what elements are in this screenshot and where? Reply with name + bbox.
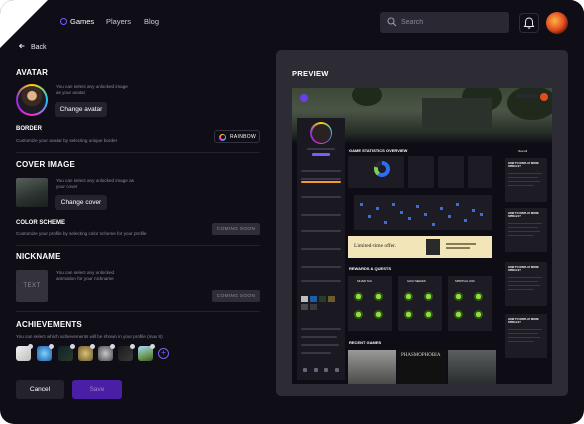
preview-view-all: View All [518, 150, 528, 153]
quest-title: SPIRITUAL LINK [455, 280, 475, 283]
bell-icon [523, 17, 535, 29]
avatar-image [16, 84, 48, 116]
preview-quest-card: SILVER TAG [348, 276, 392, 331]
preview-guide-card: HOW TO DISPLAY MORE SPIRALS? [505, 208, 547, 252]
preview-guide-card: HOW TO DISPLAY MORE SPIRALS? [505, 314, 547, 358]
preview-stats-title: GAME STATISTICS OVERVIEW [349, 148, 408, 153]
preview-recent-game [448, 350, 496, 384]
remove-icon[interactable] [110, 344, 115, 349]
remove-icon[interactable] [90, 344, 95, 349]
guide-title: HOW TO DISPLAY MORE SPIRALS? [508, 162, 539, 169]
cowboy-badge-icon[interactable] [58, 344, 75, 361]
nickname-coming-soon: COMING SOON [212, 290, 260, 302]
remove-icon[interactable] [150, 344, 155, 349]
border-button-label: RAINBOW [230, 133, 256, 140]
quest-title: GOLD SEEKER [407, 280, 426, 283]
recent-game-title: PHASMOPHOBIA [401, 353, 441, 358]
avatar-hint: You can select any unlocked image as you… [56, 84, 128, 95]
page-corner [0, 0, 48, 48]
color-scheme-desc: Customize your profile by selecting colo… [16, 231, 147, 236]
nickname-section-title: NICKNAME [16, 252, 61, 261]
guide-title: HOW TO DISPLAY MORE SPIRALS? [508, 318, 539, 325]
preview-quest-card: GOLD SEEKER [398, 276, 442, 331]
thumb-badge-icon[interactable] [16, 344, 33, 361]
robot-badge-icon[interactable] [98, 344, 115, 361]
guide-title: HOW TO DISPLAY MORE SPIRALS? [508, 212, 539, 219]
achievements-desc: You can select which achievements will b… [16, 334, 163, 339]
border-desc: Customize your avatar by selecting uniqu… [16, 138, 118, 143]
achievements-section-title: ACHIEVEMENTS [16, 320, 82, 329]
remove-icon[interactable] [49, 344, 54, 349]
nickname-hint: You can select any unlocked animation fo… [56, 270, 115, 281]
remove-icon[interactable] [130, 344, 135, 349]
avatar-section-title: AVATAR [16, 68, 49, 77]
user-avatar[interactable] [546, 12, 568, 34]
cancel-button[interactable]: Cancel [16, 380, 64, 399]
preview-sidebar [297, 118, 345, 380]
save-button[interactable]: Save [72, 380, 122, 399]
preview-promo-text: Limited-time offer. [354, 243, 397, 249]
gold-frame-badge-icon[interactable] [78, 344, 95, 361]
divider [16, 311, 260, 312]
preview-promo-banner: Limited-time offer. [348, 236, 492, 258]
cover-hint: You can select any unlocked image as you… [56, 178, 134, 189]
nickname-thumbnail: TEXT [16, 270, 48, 302]
notifications-button[interactable] [519, 13, 539, 33]
nav-players[interactable]: Players [106, 17, 131, 26]
cover-thumbnail [16, 178, 48, 207]
preview-guide-card: HOW TO DISPLAY MORE SPIRALS? [505, 158, 547, 202]
color-scheme-coming-soon: COMING SOON [212, 223, 260, 235]
quest-title: SILVER TAG [357, 280, 372, 283]
border-title: BORDER [16, 126, 43, 132]
preview-rewards-title: REWARDS & QUESTS [349, 266, 392, 271]
rainbow-ring-icon [219, 133, 226, 141]
guide-title: HOW TO DISPLAY MORE SPIRALS? [508, 266, 539, 273]
divider [16, 245, 260, 246]
search-input[interactable] [401, 15, 501, 30]
preview-activity-grid [354, 195, 492, 230]
border-rainbow-button[interactable]: RAINBOW [214, 130, 260, 143]
green-landscape-badge-icon[interactable] [138, 344, 155, 361]
nav-games[interactable]: Games [70, 17, 94, 26]
nav-blog[interactable]: Blog [144, 17, 159, 26]
preview-recent-title: RECENT GAMES [349, 340, 382, 345]
search-icon [387, 17, 397, 27]
app-window: Games Players Blog Back AVATAR You can s… [0, 0, 584, 424]
search-box[interactable] [380, 12, 509, 33]
preview-title: PREVIEW [292, 69, 329, 78]
color-scheme-title: COLOR SCHEME [16, 220, 66, 226]
change-cover-button[interactable]: Change cover [55, 195, 107, 210]
preview-panel: PREVIEW GAME STATISTICS OVERVIEW Limited… [276, 50, 568, 396]
cover-section-title: COVER IMAGE [16, 160, 76, 169]
games-icon [60, 18, 67, 25]
change-avatar-button[interactable]: Change avatar [55, 102, 107, 117]
profile-preview: GAME STATISTICS OVERVIEW Limited-time of… [292, 88, 552, 384]
blue-wave-badge-icon[interactable] [37, 344, 54, 361]
top-navigation: Games Players Blog [0, 0, 584, 44]
remove-icon[interactable] [28, 344, 33, 349]
preview-guide-card: HOW TO DISPLAY MORE SPIRALS? [505, 262, 547, 306]
divider [16, 152, 260, 153]
preview-quest-card: SPIRITUAL LINK [448, 276, 492, 331]
add-achievement-icon[interactable]: + [158, 348, 169, 359]
black-bottle-badge-icon[interactable] [118, 344, 135, 361]
preview-recent-game: PHASMOPHOBIA [398, 350, 446, 384]
preview-recent-game [348, 350, 396, 384]
remove-icon[interactable] [70, 344, 75, 349]
